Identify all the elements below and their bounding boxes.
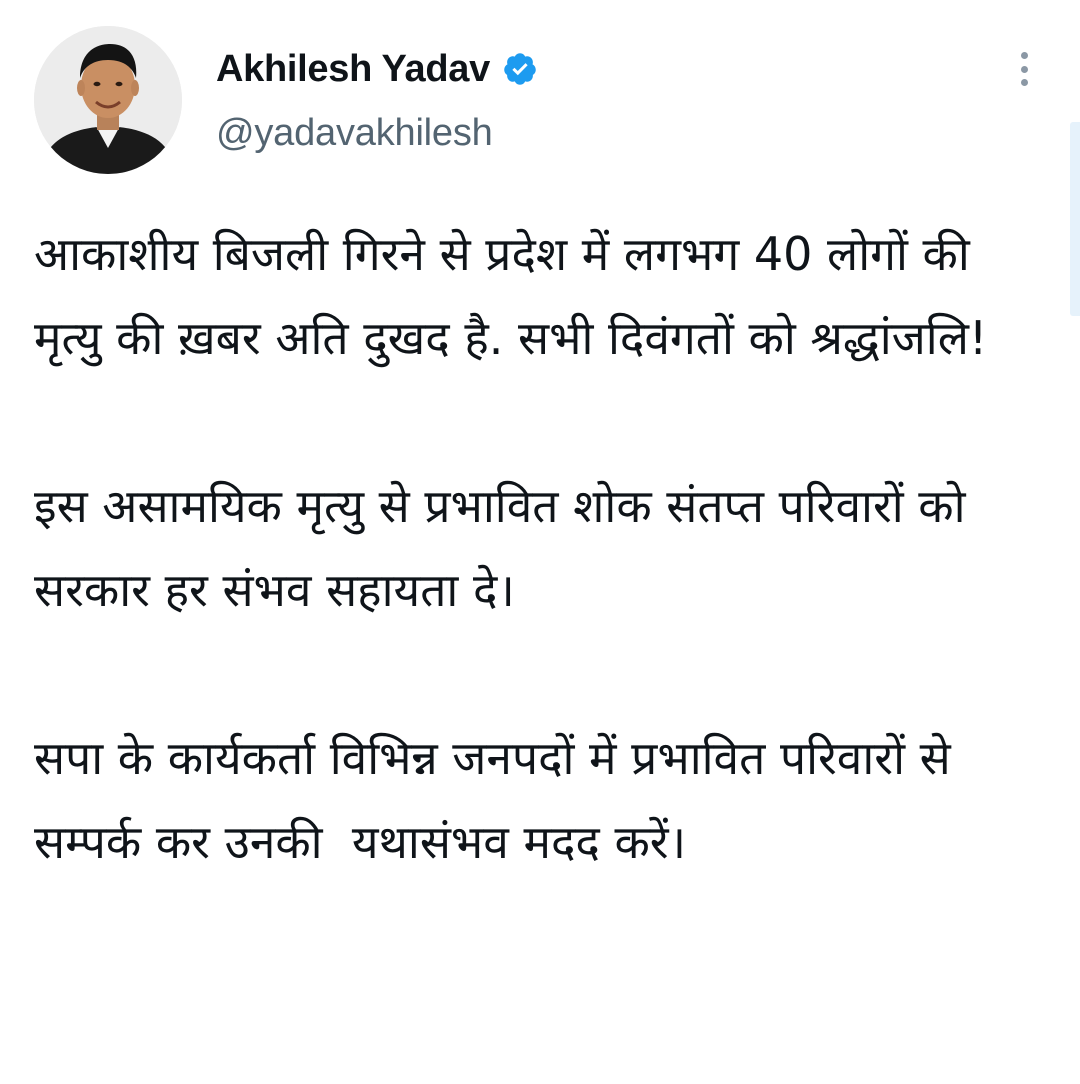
tweet-paragraph: सपा के कार्यकर्ता विभिन्न जनपदों में प्र… — [34, 731, 966, 869]
more-vertical-icon-dot — [1020, 79, 1028, 86]
author-display-name[interactable]: Akhilesh Yadav — [216, 48, 490, 91]
more-options-button[interactable] — [1004, 46, 1044, 92]
author-handle[interactable]: @yadavakhilesh — [216, 112, 493, 155]
profile-photo-icon — [34, 26, 182, 174]
author-avatar[interactable] — [34, 26, 182, 174]
tweet-card: Akhilesh Yadav @yadavakhilesh आकाशीय बिज… — [0, 0, 1080, 1084]
scrollbar[interactable] — [1070, 122, 1080, 316]
more-vertical-icon-dot — [1020, 52, 1028, 59]
more-vertical-icon-dot — [1020, 65, 1028, 73]
tweet-paragraph: इस असामयिक मृत्यु से प्रभावित शोक संतप्त… — [34, 479, 981, 617]
verified-badge-icon — [502, 51, 538, 87]
author-name-row: Akhilesh Yadav — [216, 44, 538, 94]
tweet-paragraph: आकाशीय बिजली गिरने से प्रदेश में लगभग 40… — [34, 227, 988, 365]
tweet-body: आकाशीय बिजली गिरने से प्रदेश में लगभग 40… — [34, 212, 1034, 884]
